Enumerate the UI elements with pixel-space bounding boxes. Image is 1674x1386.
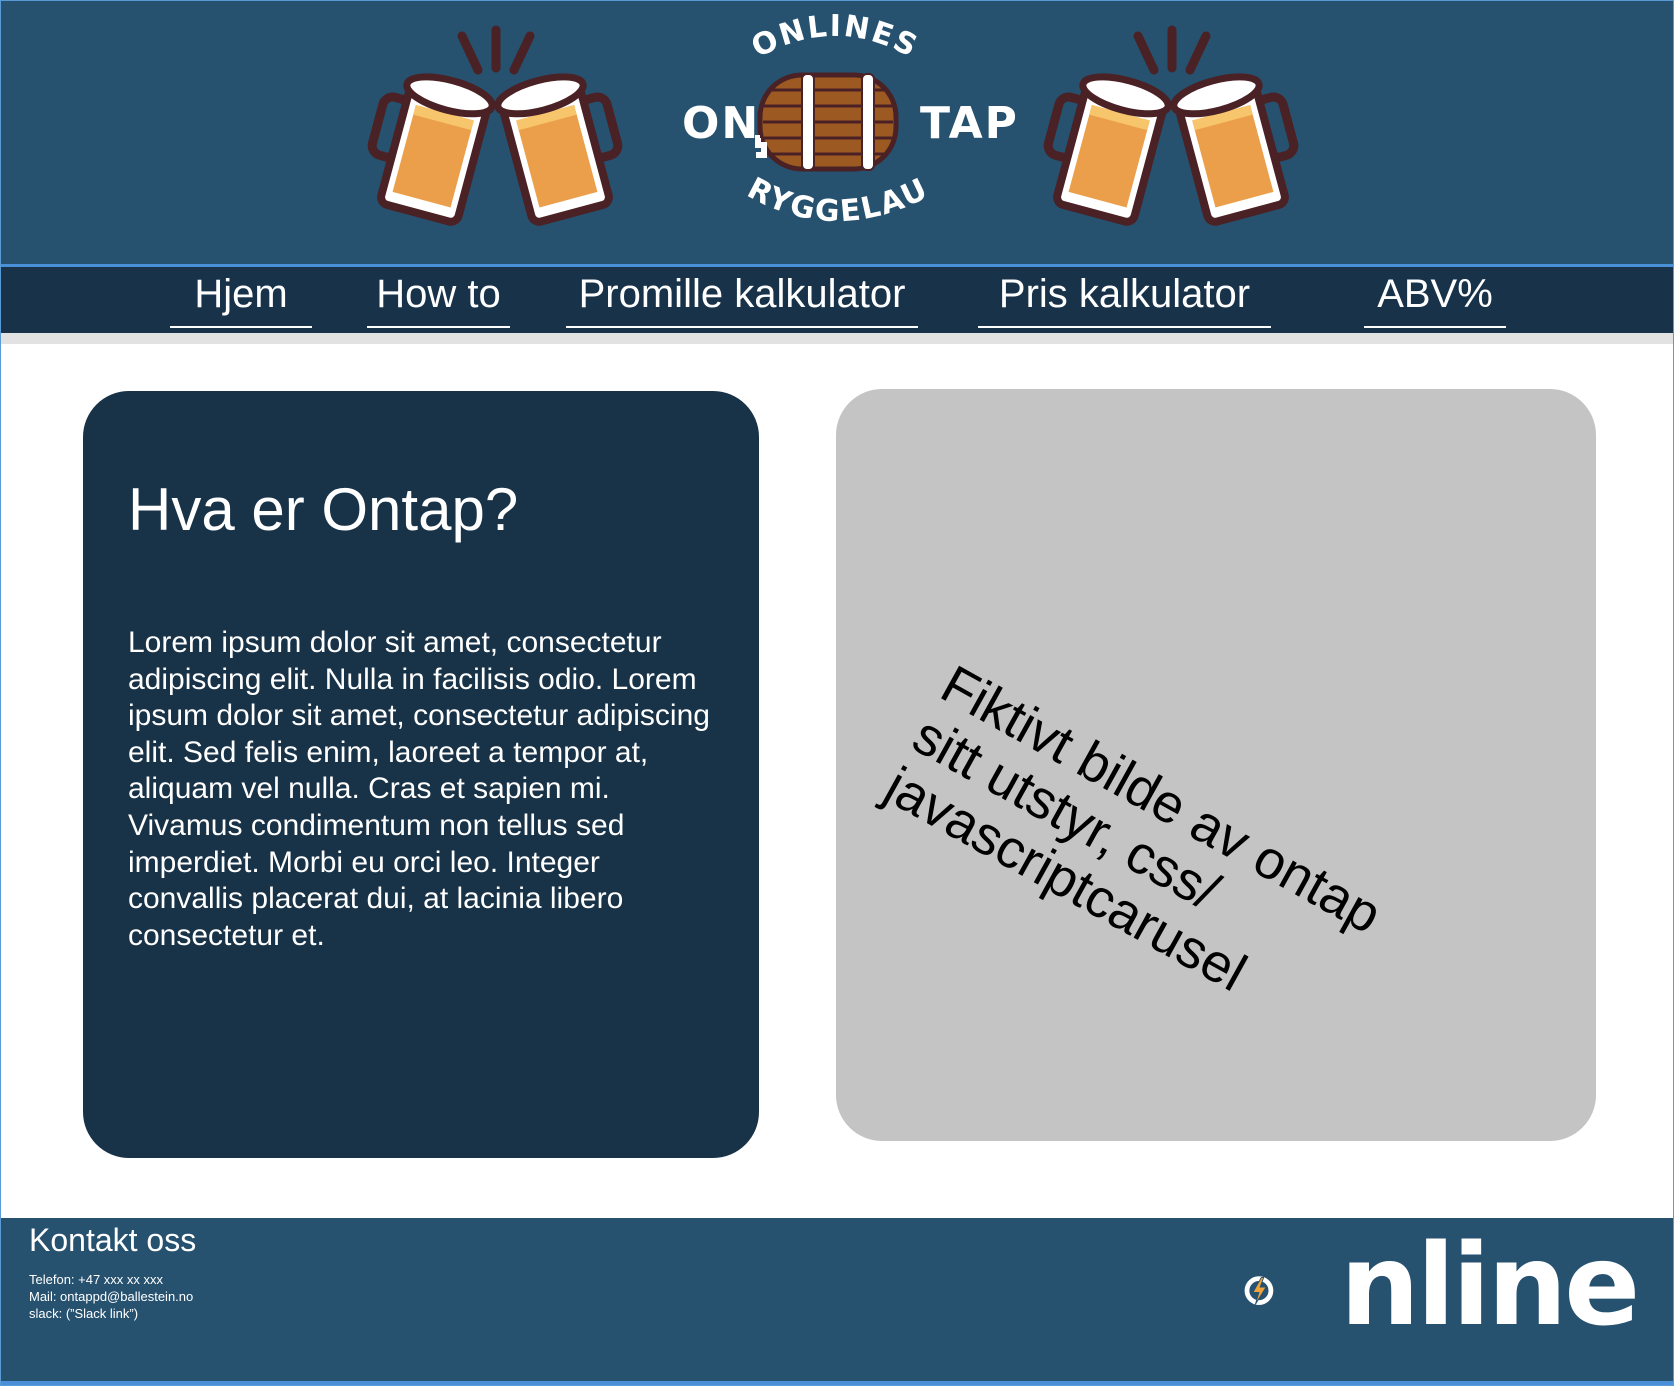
online-logo[interactable] — [1244, 1240, 1354, 1340]
nav-item-how-to[interactable]: How to — [367, 270, 510, 328]
svg-text:ONLINES: ONLINES — [746, 9, 924, 65]
contact-mail[interactable]: Mail: ontappd@ballestein.no — [29, 1288, 193, 1305]
info-card-title: Hva er Ontap? — [128, 476, 519, 543]
nav-item-promille-kalkulator[interactable]: Promille kalkulator — [566, 270, 918, 328]
contact-info: Telefon: +47 xxx xx xxx Mail: ontappd@ba… — [29, 1271, 193, 1322]
logo-text-on: ON — [682, 98, 761, 149]
nav-shadow — [0, 333, 1674, 344]
nav-item-abv[interactable]: ABV% — [1364, 270, 1506, 328]
lightning-bolt-icon — [1244, 1276, 1274, 1305]
logo-arc-top: ONLINES — [746, 9, 922, 65]
contact-phone: Telefon: +47 xxx xx xxx — [29, 1272, 164, 1287]
barrel-icon — [755, 72, 899, 172]
online-logo-text: nline — [1340, 1221, 1640, 1351]
nav-item-hjem[interactable]: Hjem — [170, 270, 312, 328]
site-logo[interactable]: ONLINES BRYGGELAUG — [0, 0, 1674, 266]
contact-slack[interactable]: slack: (”Slack link”) — [29, 1305, 193, 1322]
footer-divider — [0, 1381, 1674, 1386]
logo-text-tap: TAP — [920, 98, 1019, 149]
beer-mugs-icon — [1043, 25, 1299, 226]
info-card-body: Lorem ipsum dolor sit amet, consectetur … — [128, 626, 710, 952]
beer-mugs-icon — [367, 25, 623, 226]
footer-title: Kontakt oss — [29, 1222, 197, 1258]
nav-item-pris-kalkulator[interactable]: Pris kalkulator — [978, 270, 1271, 328]
